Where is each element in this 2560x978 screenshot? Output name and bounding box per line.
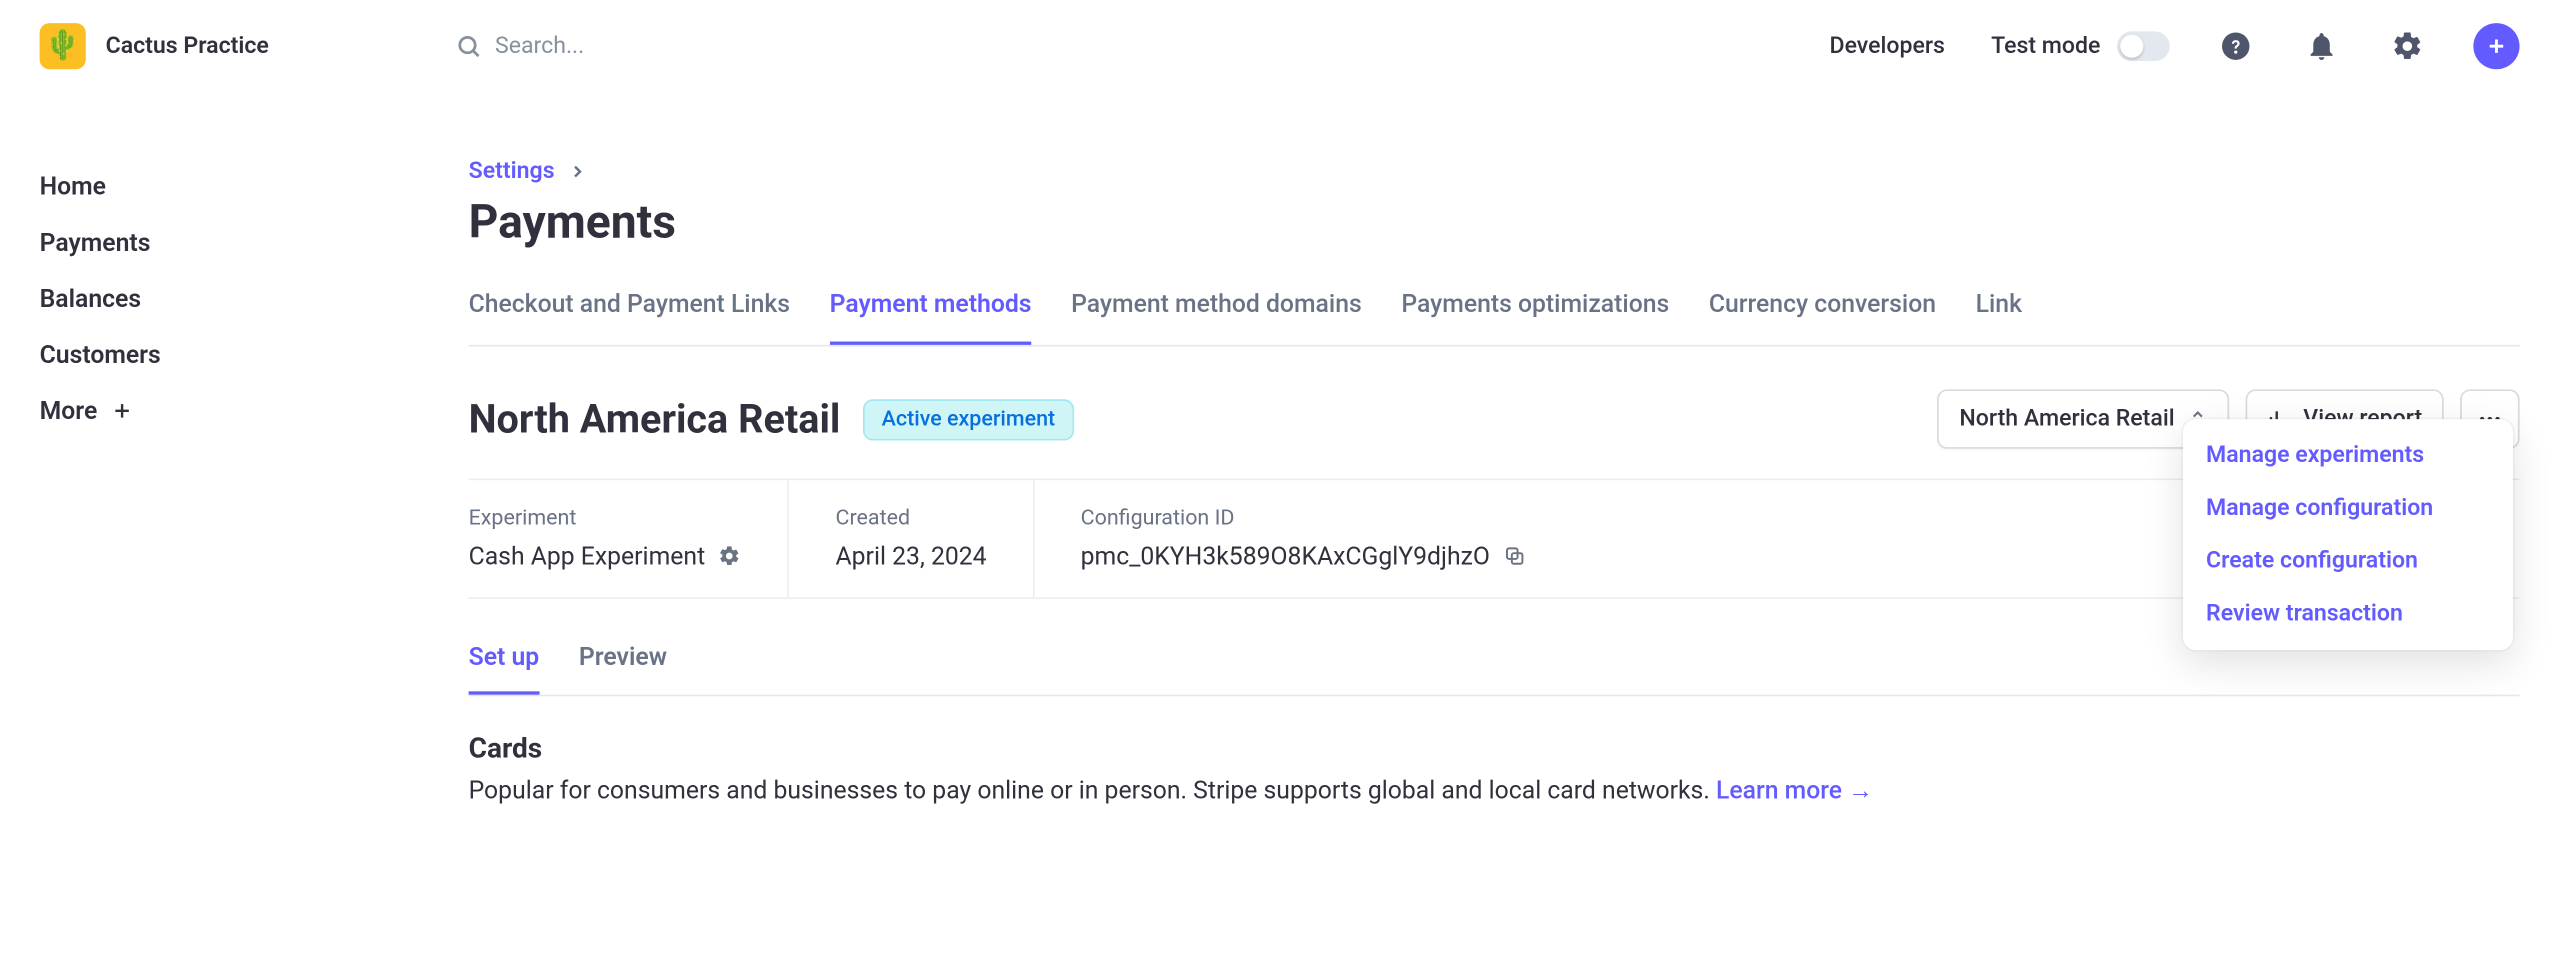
tab-checkout-links[interactable]: Checkout and Payment Links [469,289,790,345]
cards-heading: Cards [469,733,2520,766]
brand-name: Cactus Practice [106,33,269,59]
test-mode-toggle[interactable]: Test mode [1991,31,2170,61]
gear-icon[interactable] [718,545,741,568]
plus-icon [110,399,133,422]
menu-review-transaction[interactable]: Review transaction [2183,587,2513,640]
menu-create-configuration[interactable]: Create configuration [2183,535,2513,588]
sidebar: Home Payments Balances Customers More [0,92,436,978]
meta-created-label: Created [836,507,987,532]
subtab-preview[interactable]: Preview [579,642,667,695]
sidebar-item-label: Balances [40,284,142,314]
copy-icon[interactable] [1503,545,1526,568]
tab-payment-method-domains[interactable]: Payment method domains [1071,289,1362,345]
meta-config-value: pmc_0KYH3k589O8KAxCGglY9djhzO [1081,541,1527,571]
menu-manage-configuration[interactable]: Manage configuration [2183,482,2513,535]
tab-link[interactable]: Link [1976,289,2022,345]
subtab-setup[interactable]: Set up [469,642,540,695]
overflow-menu: Manage experiments Manage configuration … [2183,419,2513,650]
sidebar-item-label: More [40,396,98,426]
top-bar: 🌵 Cactus Practice Search... Developers T… [0,0,2559,92]
test-mode-label: Test mode [1991,33,2100,59]
menu-manage-experiments[interactable]: Manage experiments [2183,429,2513,482]
toggle-switch[interactable] [2117,31,2170,61]
tab-payment-methods[interactable]: Payment methods [830,289,1032,345]
chevron-right-icon [568,162,588,182]
content-block: Cards Popular for consumers and business… [469,733,2520,806]
search-placeholder: Search... [495,33,584,59]
page-title: Payments [469,195,2520,249]
meta-experiment-value[interactable]: Cash App Experiment [469,541,742,571]
sidebar-item-label: Home [40,172,106,202]
main-content: Settings Payments Checkout and Payment L… [436,92,2560,978]
sidebar-item-balances[interactable]: Balances [40,271,436,327]
brand-logo: 🌵 [40,23,86,69]
status-badge: Active experiment [864,398,1074,439]
meta-created-value: April 23, 2024 [836,541,987,571]
sidebar-item-home[interactable]: Home [40,158,436,214]
meta-experiment-label: Experiment [469,507,742,532]
notifications-icon[interactable] [2302,26,2342,66]
learn-more-link[interactable]: Learn more → [1716,776,1873,806]
help-icon[interactable] [2216,26,2256,66]
tabs: Checkout and Payment Links Payment metho… [469,289,2520,347]
tab-payments-optimizations[interactable]: Payments optimizations [1401,289,1669,345]
section-title: North America Retail [469,396,841,442]
breadcrumb: Settings [469,158,2520,184]
sidebar-item-label: Payments [40,228,151,258]
top-right: Developers Test mode [1829,23,2519,69]
meta-experiment-text: Cash App Experiment [469,541,706,571]
config-select-value: North America Retail [1959,406,2174,432]
developers-link[interactable]: Developers [1829,33,1944,59]
sidebar-item-label: Customers [40,340,161,370]
cards-description: Popular for consumers and businesses to … [469,776,2520,806]
settings-icon[interactable] [2388,26,2428,66]
sidebar-item-more[interactable]: More [40,383,436,439]
meta-config-label: Configuration ID [1081,507,1527,532]
search-input[interactable]: Search... [455,33,1280,59]
sidebar-item-customers[interactable]: Customers [40,327,436,383]
brand[interactable]: 🌵 Cactus Practice [40,23,436,69]
create-button[interactable] [2473,23,2519,69]
cards-body-text: Popular for consumers and businesses to … [469,776,1716,806]
meta-config-text: pmc_0KYH3k589O8KAxCGglY9djhzO [1081,541,1490,571]
search-icon [455,33,481,59]
sidebar-item-payments[interactable]: Payments [40,215,436,271]
tab-currency-conversion[interactable]: Currency conversion [1709,289,1936,345]
breadcrumb-settings[interactable]: Settings [469,158,555,184]
